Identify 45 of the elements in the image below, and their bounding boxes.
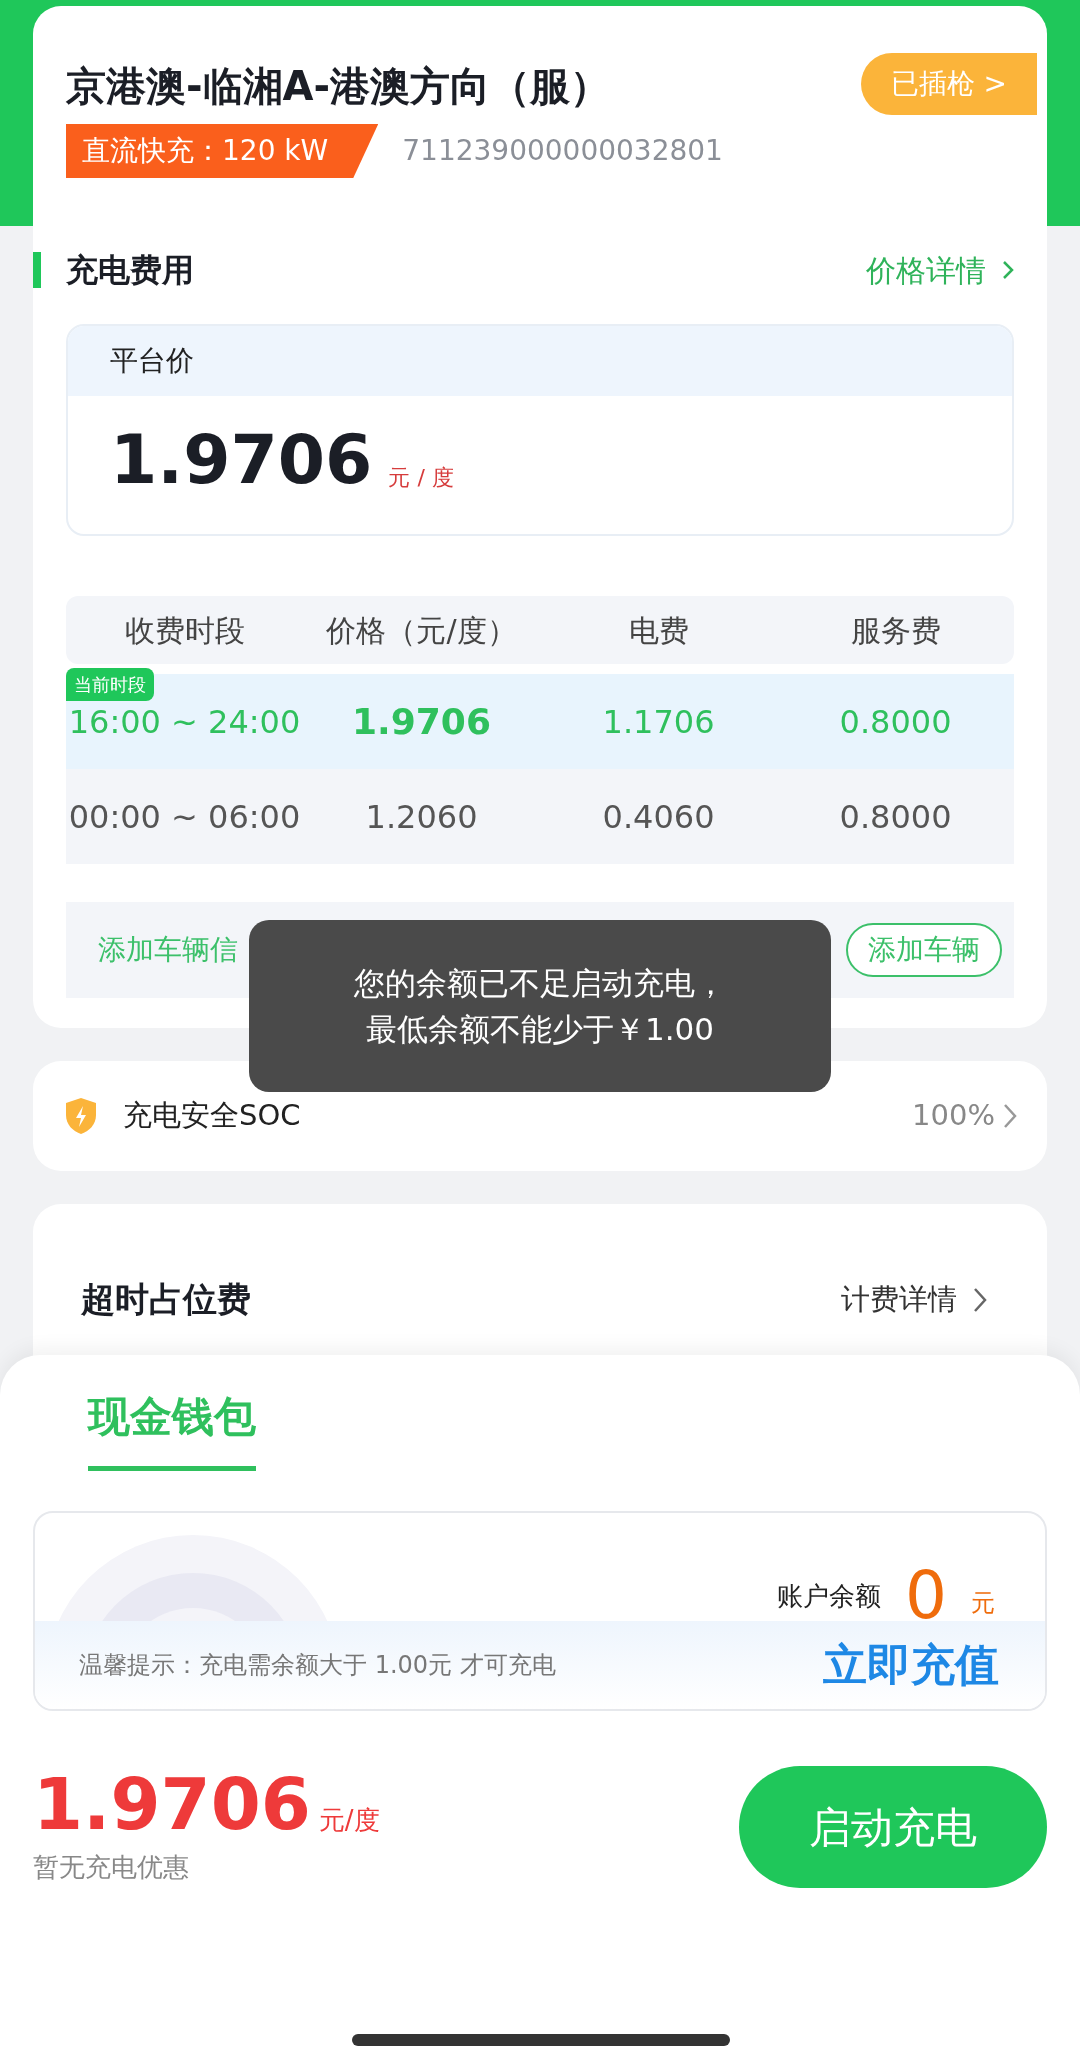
balance-value: 0: [905, 1563, 947, 1629]
billing-details-link[interactable]: 计费详情: [841, 1277, 987, 1322]
footer-price: 1.9706: [33, 1767, 311, 1840]
price-unit: 元 / 度: [388, 464, 454, 492]
toast-message: 您的余额已不足启动充电， 最低余额不能少于￥1.00: [249, 920, 831, 1092]
wallet-tab[interactable]: 现金钱包: [88, 1375, 256, 1471]
vehicle-hint: 添加车辆信: [98, 932, 238, 968]
plug-status-button[interactable]: 已插枪 >: [860, 53, 1037, 115]
discount-note: 暂无充电优惠: [33, 1850, 190, 1884]
price-label: 平台价: [110, 344, 194, 377]
soc-label: 充电安全SOC: [123, 1097, 301, 1135]
section-title: 充电费用: [66, 250, 194, 291]
chevron-right-icon: [973, 1286, 987, 1313]
column-header: 收费时段: [123, 611, 246, 650]
start-charging-button[interactable]: 启动充电: [739, 1766, 1047, 1888]
table-cell-text: 00:00 ~ 06:00: [67, 796, 302, 838]
footer-price-unit: 元/度: [318, 1803, 380, 1837]
table-cell-text: 16:00 ~ 24:00: [67, 701, 302, 743]
current-period-tag: 当前时段: [66, 668, 154, 701]
shield-icon: [63, 1096, 99, 1136]
column-header: 价格（元/度）: [325, 611, 518, 650]
overtime-fee-label: 超时占位费: [81, 1278, 251, 1321]
add-vehicle-button[interactable]: 添加车辆: [846, 923, 1002, 977]
table-cell-text: 0.8000: [838, 701, 953, 743]
table-cell-text: 0.4060: [601, 796, 716, 838]
home-indicator[interactable]: [352, 2034, 730, 2046]
table-cell-text: 1.2060: [364, 796, 479, 838]
soc-value[interactable]: 100%: [912, 1094, 1017, 1138]
balance-unit: 元: [971, 1588, 995, 1619]
balance-label: 账户余额: [777, 1579, 881, 1613]
station-title: 京港澳-临湘A-港澳方向（服）: [66, 62, 611, 111]
charging-tip: 温馨提示：充电需余额大于 1.00元 才可充电: [79, 1650, 556, 1681]
column-header: 电费: [627, 611, 690, 650]
table-cell-text: 1.1706: [601, 701, 716, 743]
charger-type-label: 直流快充：120 kW: [66, 124, 379, 178]
chevron-right-icon: [1002, 260, 1014, 280]
platform-price: 1.9706: [110, 426, 373, 494]
table-cell-text: 1.9706: [351, 699, 492, 744]
recharge-button[interactable]: 立即充值: [817, 1631, 1005, 1699]
table-cell-text: 0.8000: [838, 796, 953, 838]
column-header: 服务费: [849, 611, 942, 650]
chevron-right-icon: [1003, 1103, 1017, 1129]
price-details-link[interactable]: 价格详情: [866, 247, 1014, 293]
section-marker: [33, 252, 41, 288]
charger-id: 711239000000032801: [402, 133, 723, 169]
